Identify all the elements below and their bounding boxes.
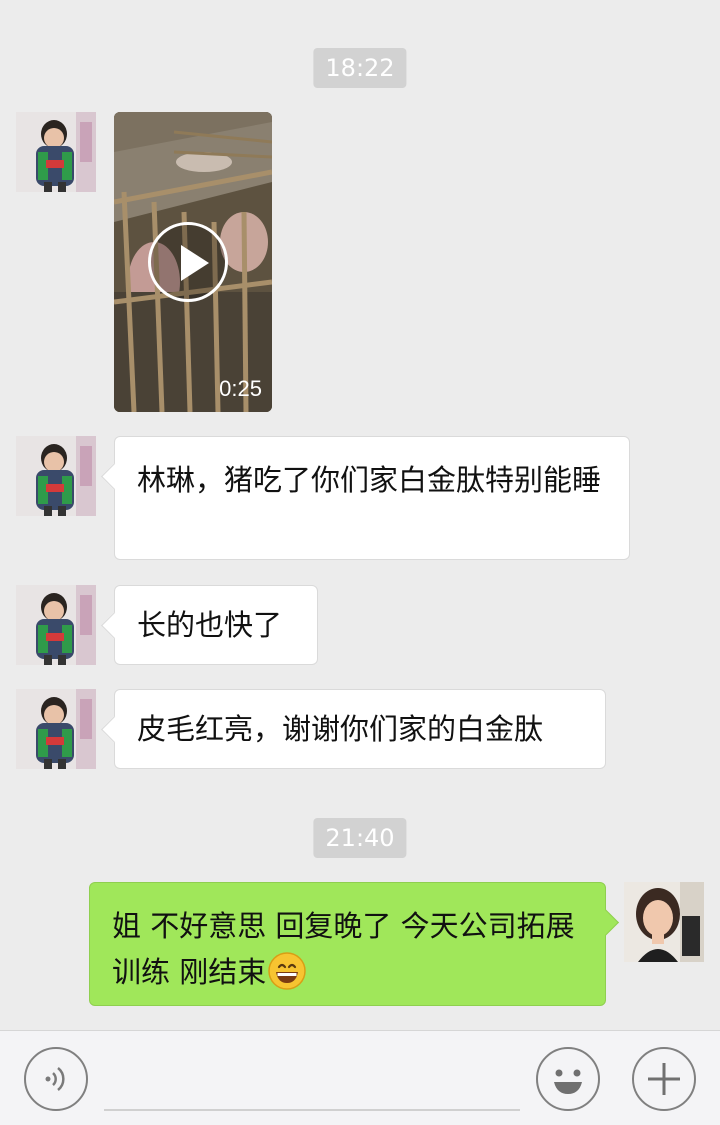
smiley-icon [554, 1069, 582, 1094]
message-input[interactable] [104, 1049, 520, 1111]
sender-avatar[interactable] [16, 112, 96, 192]
emoji-button[interactable] [536, 1047, 600, 1111]
grinning-face-emoji [268, 952, 306, 990]
timestamp: 18:22 [313, 48, 407, 88]
my-avatar[interactable] [624, 882, 704, 962]
sender-avatar[interactable] [16, 436, 96, 516]
message-bubble-incoming[interactable]: 林琳，猪吃了你们家白金肽特别能睡 [114, 436, 630, 560]
input-toolbar [0, 1030, 720, 1125]
sender-avatar[interactable] [16, 689, 96, 769]
video-duration: 0:25 [219, 376, 262, 401]
message-text: 长的也快了 [137, 608, 283, 642]
message-bubble-incoming[interactable]: 皮毛红亮，谢谢你们家的白金肽 [114, 689, 606, 769]
message-bubble-incoming[interactable]: 长的也快了 [114, 585, 318, 665]
message-text: 林琳，猪吃了你们家白金肽特别能睡 [137, 463, 602, 497]
plus-icon [648, 1063, 680, 1095]
message-text: 皮毛红亮，谢谢你们家的白金肽 [137, 712, 544, 746]
message-bubble-outgoing[interactable]: 姐 不好意思 回复晚了 今天公司拓展训练 刚结束 [89, 882, 606, 1006]
play-icon[interactable] [148, 222, 228, 302]
more-button[interactable] [632, 1047, 696, 1111]
sender-avatar[interactable] [16, 585, 96, 665]
voice-button[interactable] [24, 1047, 88, 1111]
voice-icon [45, 1067, 65, 1091]
timestamp: 21:40 [313, 818, 407, 858]
message-text: 姐 不好意思 回复晚了 今天公司拓展训练 刚结束 [112, 909, 575, 989]
chat-area[interactable]: 18:22 0:25 林琳，猪吃了你们家白金肽特别能睡 长的也快了 皮毛红亮，谢… [0, 0, 720, 1030]
video-message[interactable]: 0:25 [114, 112, 272, 412]
